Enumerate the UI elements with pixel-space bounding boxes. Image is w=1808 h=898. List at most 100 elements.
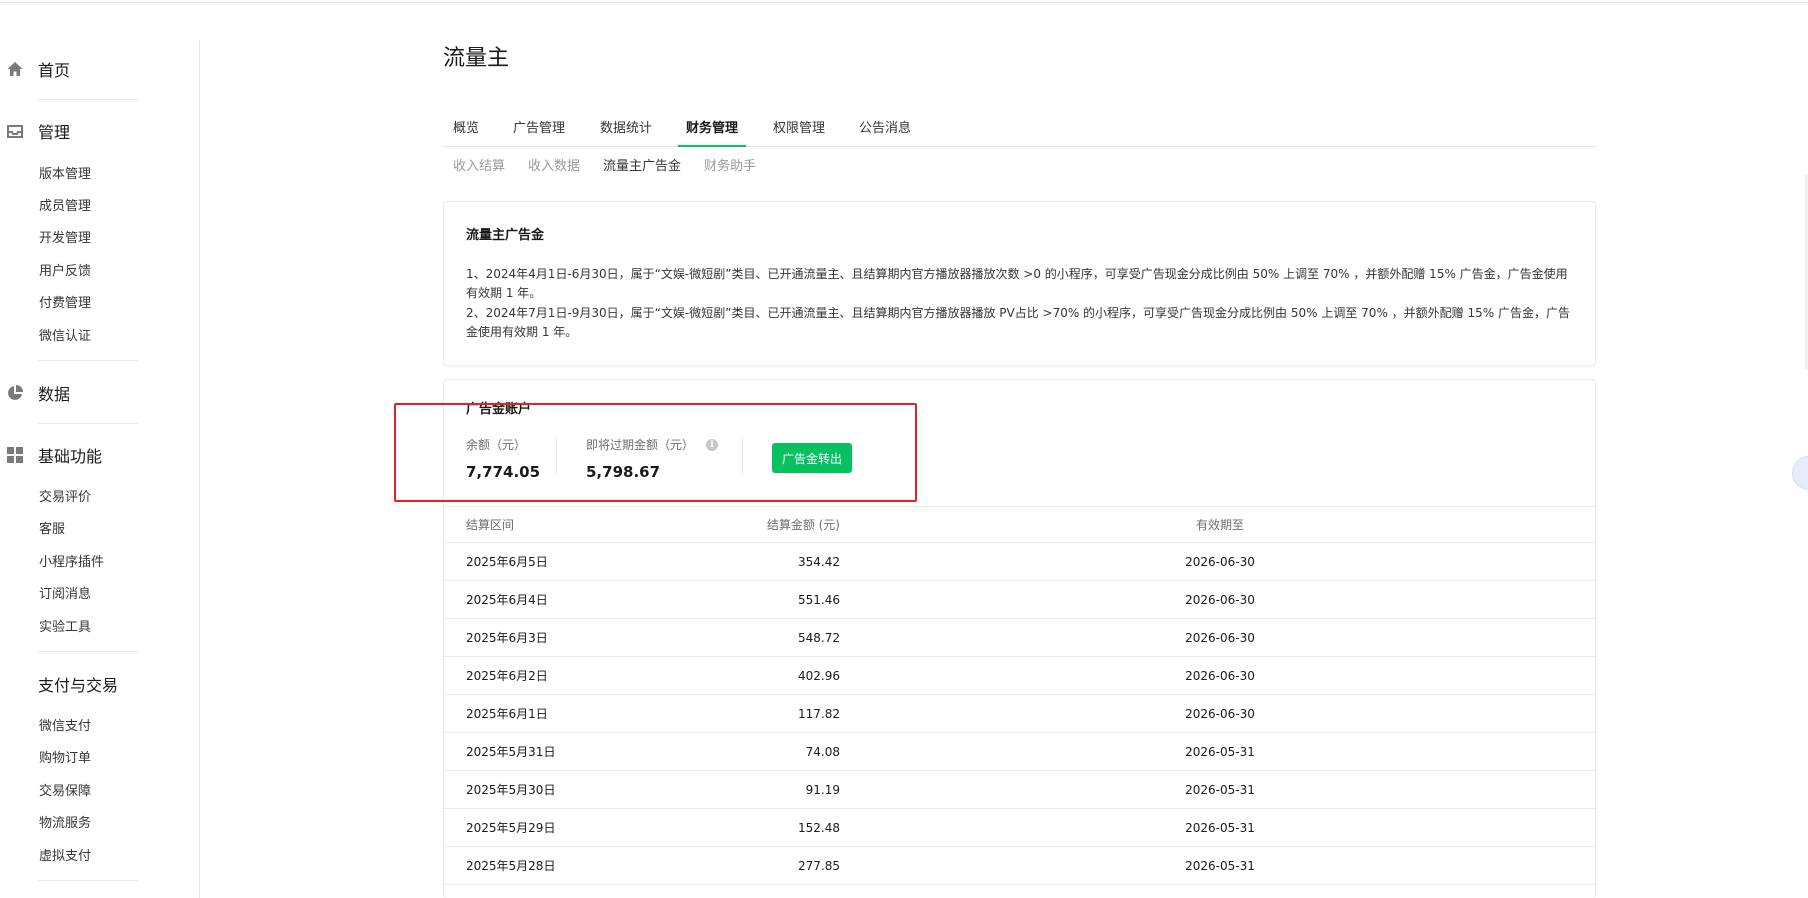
divider [38,423,138,424]
cell-period: 2025年6月2日 [466,669,548,683]
sidebar-group-payment[interactable]: 支付与交易 [0,669,118,699]
notice-line-2: 2、2024年7月1日-9月30日，属于“文娱-微短剧”类目、已开通流量主、且结… [466,306,1570,339]
subtab-ad-gold[interactable]: 流量主广告金 [603,155,681,174]
sidebar-item-service[interactable]: 客服 [39,520,65,540]
table-row: 2025年5月28日 277.85 2026-05-31 [444,847,1597,885]
expiring-value: 5,798.67 [586,463,661,481]
info-icon[interactable]: i [706,438,719,451]
cell-valid-until: 2026-05-31 [1185,782,1255,797]
sidebar-item-members[interactable]: 成员管理 [39,197,91,217]
cell-valid-until: 2026-06-30 [1185,592,1255,607]
divider [38,651,138,652]
header-valid-until[interactable]: 有效期至 [1160,507,1280,542]
tab-finance[interactable]: 财务管理 [677,117,747,147]
cell-period: 2025年6月1日 [466,707,548,721]
notice-line-1: 1、2024年4月1日-6月30日，属于“文娱-微短剧”类目、已开通流量主、且结… [466,267,1568,300]
table-row: 2025年5月30日 91.19 2026-05-31 [444,771,1597,809]
cell-valid-until: 2026-05-31 [1185,820,1255,835]
sidebar-item-guarantee[interactable]: 交易保障 [39,782,91,802]
notice-card: 流量主广告金 1、2024年4月1日-6月30日，属于“文娱-微短剧”类目、已开… [443,201,1596,366]
table-row: 2025年6月2日 402.96 2026-06-30 [444,657,1597,695]
sidebar-group-manage[interactable]: 管理 [0,116,70,146]
divider [38,880,138,881]
table-row: 2025年6月4日 551.46 2026-06-30 [444,581,1597,619]
cell-valid-until: 2026-06-30 [1185,630,1255,645]
sidebar-item-wechat-pay[interactable]: 微信支付 [39,717,91,737]
sidebar-item-logistics[interactable]: 物流服务 [39,814,91,834]
sidebar-group-title: 基础功能 [38,447,103,466]
pie-chart-icon [4,382,26,404]
cell-valid-until: 2026-06-30 [1185,668,1255,683]
table-row: 2025年6月1日 117.82 2026-06-30 [444,695,1597,733]
balance-value: 7,774.05 [466,463,541,481]
top-border [0,0,1808,3]
cell-amount: 402.96 [798,668,840,683]
ad-gold-account-card: 广告金账户 余额（元） 7,774.05 即将过期金额（元） i 5,798.6… [443,379,1597,898]
table-header: 结算区间 结算金额 (元) 有效期至 [444,506,1597,543]
divider [556,439,557,475]
cell-valid-until: 2026-05-31 [1185,858,1255,873]
grid-icon [4,444,26,466]
sidebar-item-dev[interactable]: 开发管理 [39,229,91,249]
cell-period: 2025年5月30日 [466,783,556,797]
expiring-stat: 即将过期金额（元） i 5,798.67 [586,436,719,481]
page-title: 流量主 [443,46,510,71]
tab-bar: 概览 广告管理 数据统计 财务管理 权限管理 公告消息 [443,110,1596,147]
cell-amount: 551.46 [798,592,840,607]
subtab-settlement[interactable]: 收入结算 [453,155,505,174]
sidebar-group-title: 管理 [38,123,71,142]
table-row: 2025年5月31日 74.08 2026-05-31 [444,733,1597,771]
cell-period: 2025年5月29日 [466,821,556,835]
sidebar-item-home[interactable]: 首页 [0,54,70,84]
settlement-table: 结算区间 结算金额 (元) 有效期至 2025年6月5日 354.42 2026-0… [444,506,1597,885]
floating-button[interactable] [1792,456,1808,490]
cell-amount: 117.82 [798,706,840,721]
sidebar-item-experiments[interactable]: 实验工具 [39,618,91,638]
cell-period: 2025年6月5日 [466,555,548,569]
blank-icon [4,673,26,695]
tab-stats[interactable]: 数据统计 [600,117,652,146]
notice-title: 流量主广告金 [466,228,545,243]
sidebar-group-title: 支付与交易 [38,676,119,695]
sidebar: 首页 管理 版本管理 成员管理 开发管理 用户反馈 付费管理 微信认证 数据 基… [0,40,200,898]
sidebar-label: 数据 [38,385,71,404]
cell-valid-until: 2026-06-30 [1185,554,1255,569]
sidebar-item-wechat-cert[interactable]: 微信认证 [39,327,91,347]
header-amount[interactable]: 结算金额 (元) [744,507,840,542]
account-title: 广告金账户 [466,402,532,417]
transfer-out-button[interactable]: 广告金转出 [772,443,852,473]
header-period[interactable]: 结算区间 [466,507,514,542]
subtab-finance-assistant[interactable]: 财务助手 [704,155,756,174]
sidebar-item-virtual-pay[interactable]: 虚拟支付 [39,847,91,867]
sidebar-item-feedback[interactable]: 用户反馈 [39,262,91,282]
cell-period: 2025年5月28日 [466,859,556,873]
cell-valid-until: 2026-05-31 [1185,744,1255,759]
sidebar-item-orders[interactable]: 购物订单 [39,749,91,769]
cell-valid-until: 2026-06-30 [1185,706,1255,721]
expiring-label: 即将过期金额（元） [586,438,695,452]
table-row: 2025年5月29日 152.48 2026-05-31 [444,809,1597,847]
sidebar-item-reviews[interactable]: 交易评价 [39,488,91,508]
sidebar-item-subscription[interactable]: 订阅消息 [39,585,91,605]
sidebar-group-basic[interactable]: 基础功能 [0,440,102,470]
sidebar-item-data[interactable]: 数据 [0,378,70,408]
expiring-label-row: 即将过期金额（元） i [586,436,719,453]
sidebar-item-plugins[interactable]: 小程序插件 [39,553,104,573]
table-row: 2025年6月3日 548.72 2026-06-30 [444,619,1597,657]
tab-announcements[interactable]: 公告消息 [859,117,911,146]
cell-period: 2025年6月4日 [466,593,548,607]
cell-amount: 91.19 [805,782,840,797]
cell-amount: 152.48 [798,820,840,835]
subtab-income-data[interactable]: 收入数据 [528,155,580,174]
tab-ads[interactable]: 广告管理 [513,117,565,146]
sidebar-item-paid[interactable]: 付费管理 [39,294,91,314]
inbox-icon [4,120,26,142]
cell-amount: 277.85 [798,858,840,873]
cell-amount: 354.42 [798,554,840,569]
balance-stat: 余额（元） 7,774.05 [466,436,540,481]
sidebar-item-version[interactable]: 版本管理 [39,165,91,185]
divider [38,360,138,361]
tab-overview[interactable]: 概览 [453,117,479,146]
divider [742,439,743,475]
tab-permissions[interactable]: 权限管理 [773,117,825,146]
